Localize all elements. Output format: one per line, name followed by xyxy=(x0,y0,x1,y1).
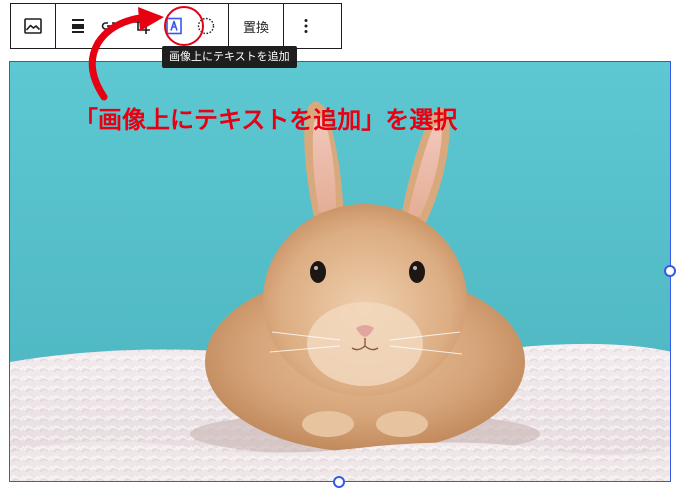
image-block-icon xyxy=(24,18,42,34)
editor-canvas: 置換 画像上にテキストを追加 「画像上にテキストを追加」を選択 xyxy=(0,0,680,488)
duotone-icon xyxy=(197,17,215,35)
annotation-text: 「画像上にテキストを追加」を選択 xyxy=(74,106,458,134)
toolbar-group-tools xyxy=(56,4,229,48)
resize-handle-bottom[interactable] xyxy=(333,476,345,488)
add-text-over-image-button[interactable] xyxy=(158,8,190,44)
resize-handle-right[interactable] xyxy=(664,265,676,277)
tooltip-add-text-over-image: 画像上にテキストを追加 xyxy=(162,46,297,68)
toolbar-group-more xyxy=(284,4,328,48)
crop-icon xyxy=(134,18,150,34)
align-button[interactable] xyxy=(62,8,94,44)
more-vertical-icon xyxy=(304,19,308,33)
toolbar-group-block-type xyxy=(11,4,56,48)
image-block-button[interactable] xyxy=(17,8,49,44)
link-button[interactable] xyxy=(94,8,126,44)
more-options-button[interactable] xyxy=(290,8,322,44)
toolbar-group-replace: 置換 xyxy=(229,4,285,48)
crop-button[interactable] xyxy=(126,8,158,44)
replace-button[interactable]: 置換 xyxy=(235,8,277,44)
align-icon xyxy=(72,19,84,33)
text-overlay-icon xyxy=(166,17,182,35)
block-toolbar: 置換 xyxy=(10,3,342,49)
duotone-button[interactable] xyxy=(190,8,222,44)
link-icon xyxy=(101,22,119,30)
